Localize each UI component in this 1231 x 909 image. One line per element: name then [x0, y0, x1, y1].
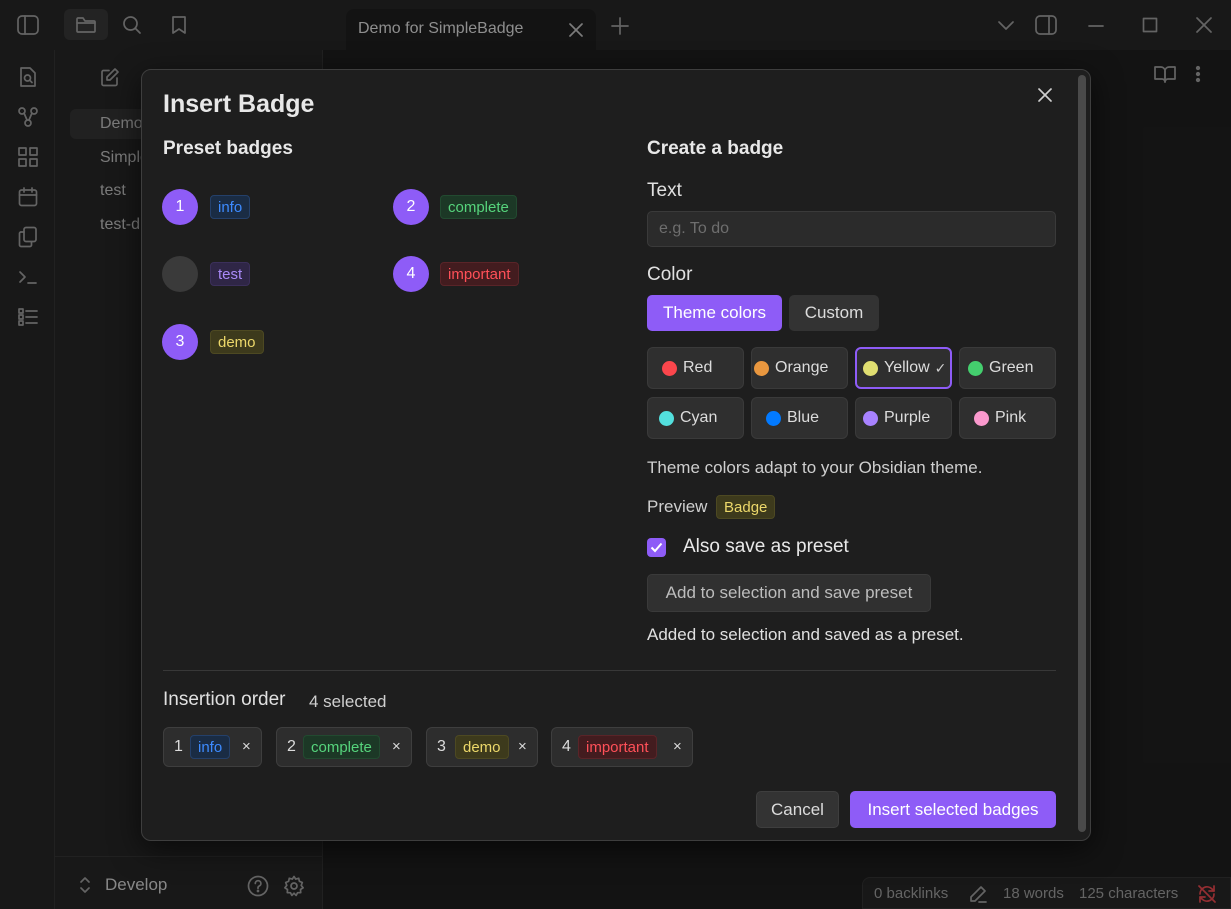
preset-order-indicator[interactable] — [162, 256, 198, 292]
color-option-label: Cyan — [680, 409, 718, 426]
chip-badge: important — [578, 735, 657, 759]
blue-swatch — [766, 410, 781, 426]
insertion-chip[interactable]: 1 info × — [163, 727, 262, 767]
chip-order: 2 — [287, 738, 296, 755]
custom-colors-tab[interactable]: Custom — [789, 295, 879, 331]
color-option-green[interactable]: Green — [959, 347, 1056, 389]
color-option-blue[interactable]: Blue — [751, 397, 848, 439]
insertion-chip[interactable]: 3 demo × — [426, 727, 538, 767]
pink-swatch — [974, 410, 989, 426]
color-option-yellow[interactable]: Yellow ✓ — [855, 347, 952, 389]
preset-order-indicator[interactable]: 4 — [393, 256, 429, 292]
selected-check-icon: ✓ — [934, 359, 947, 376]
preset-order-indicator[interactable]: 3 — [162, 324, 198, 360]
insertion-order-label: Insertion order — [163, 689, 286, 710]
preset-badge-test[interactable]: test — [210, 262, 251, 286]
preset-order-indicator[interactable]: 1 — [162, 189, 198, 225]
color-option-label: Purple — [884, 409, 931, 426]
create-badge-heading: Create a badge — [647, 138, 784, 159]
chip-badge: info — [190, 735, 231, 759]
preset-badge-info[interactable]: info — [210, 195, 251, 219]
cyan-swatch — [659, 410, 674, 426]
preset-badge-important[interactable]: important — [440, 262, 519, 286]
chip-badge: demo — [455, 735, 509, 759]
divider — [163, 670, 1056, 671]
color-option-label: Blue — [787, 409, 820, 426]
color-option-orange[interactable]: Orange — [751, 347, 848, 389]
preview-label: Preview — [647, 497, 708, 516]
insert-badge-modal: Insert Badge Preset badges 1 info 2 comp… — [141, 69, 1091, 841]
color-option-label: Pink — [995, 409, 1027, 426]
color-option-pink[interactable]: Pink — [959, 397, 1056, 439]
red-swatch — [662, 360, 677, 376]
status-message: Added to selection and saved as a preset… — [647, 625, 964, 644]
chip-badge: complete — [303, 735, 380, 759]
color-option-label: Yellow — [884, 359, 930, 376]
insertion-chip[interactable]: 2 complete × — [276, 727, 412, 767]
chip-order: 1 — [174, 738, 183, 755]
text-field-label: Text — [647, 180, 682, 201]
insert-selected-badges-button[interactable]: Insert selected badges — [850, 791, 1056, 828]
orange-swatch — [754, 360, 769, 376]
green-swatch — [968, 360, 983, 376]
chip-order: 4 — [562, 738, 571, 755]
cancel-button[interactable]: Cancel — [756, 791, 839, 828]
color-option-cyan[interactable]: Cyan — [647, 397, 744, 439]
remove-chip-icon[interactable]: × — [392, 738, 401, 755]
save-as-preset-checkbox[interactable] — [647, 538, 666, 557]
modal-title: Insert Badge — [163, 90, 315, 118]
preview-badge: Badge — [716, 495, 776, 519]
color-label: Color — [647, 264, 693, 285]
insertion-chip[interactable]: 4 important × — [551, 727, 693, 767]
chip-order: 3 — [437, 738, 446, 755]
remove-chip-icon[interactable]: × — [518, 738, 527, 755]
color-option-label: Green — [989, 359, 1034, 376]
modal-scrollbar[interactable] — [1078, 75, 1086, 832]
theme-colors-note: Theme colors adapt to your Obsidian them… — [647, 458, 983, 477]
yellow-swatch — [863, 360, 878, 376]
selected-count: 4 selected — [309, 692, 387, 711]
purple-swatch — [863, 410, 878, 426]
save-as-preset-label[interactable]: Also save as preset — [683, 536, 849, 558]
add-and-save-preset-button[interactable]: Add to selection and save preset — [647, 574, 931, 612]
remove-chip-icon[interactable]: × — [242, 738, 251, 755]
color-option-label: Red — [683, 359, 713, 376]
badge-text-input[interactable] — [647, 211, 1056, 247]
preset-badges-heading: Preset badges — [163, 138, 293, 159]
color-option-purple[interactable]: Purple — [855, 397, 952, 439]
preset-order-indicator[interactable]: 2 — [393, 189, 429, 225]
color-option-label: Orange — [775, 359, 829, 376]
modal-close-icon[interactable] — [1032, 82, 1058, 108]
theme-colors-tab[interactable]: Theme colors — [647, 295, 782, 331]
remove-chip-icon[interactable]: × — [673, 738, 682, 755]
preset-badge-demo[interactable]: demo — [210, 330, 264, 354]
color-option-red[interactable]: Red — [647, 347, 744, 389]
preset-badge-complete[interactable]: complete — [440, 195, 517, 219]
